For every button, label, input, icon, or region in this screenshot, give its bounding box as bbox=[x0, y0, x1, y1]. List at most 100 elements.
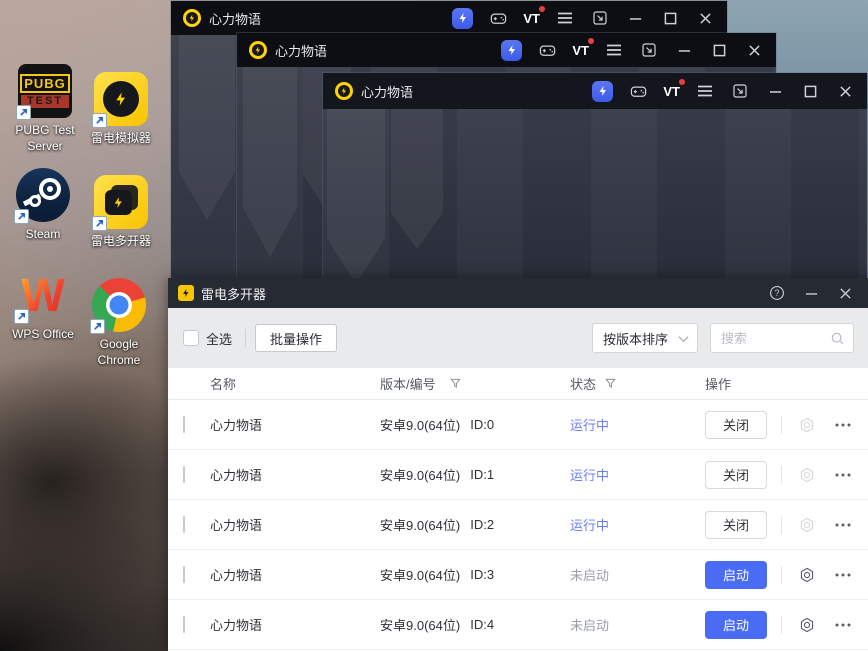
emulator-titlebar[interactable]: 心力物语 VT bbox=[237, 33, 776, 67]
label-line: Server bbox=[27, 139, 63, 153]
help-icon[interactable]: ? bbox=[764, 282, 790, 304]
shortcut-arrow-icon bbox=[92, 113, 107, 128]
desktop-icon-wps[interactable]: W WPS Office bbox=[6, 268, 80, 342]
minimize-icon[interactable] bbox=[798, 282, 824, 304]
menu-icon[interactable] bbox=[555, 8, 575, 28]
instance-name: 心力物语 bbox=[210, 518, 263, 533]
close-icon[interactable] bbox=[835, 81, 855, 101]
desktop-icon-chrome[interactable]: Google Chrome bbox=[82, 278, 156, 368]
row-divider bbox=[781, 415, 782, 434]
emulator-screen[interactable] bbox=[323, 109, 867, 279]
action-button[interactable]: 启动 bbox=[705, 610, 767, 639]
vt-indicator[interactable]: VT bbox=[523, 6, 545, 28]
multi-opener-window: 雷电多开器 ? 全选 批量操作 按版本排序 名称 bbox=[168, 278, 868, 651]
instance-status: 运行中 bbox=[570, 518, 610, 533]
gamepad-icon[interactable] bbox=[628, 81, 648, 101]
background-shard bbox=[179, 35, 235, 220]
action-button[interactable]: 启动 bbox=[705, 560, 767, 589]
row-checkbox-cell bbox=[183, 416, 210, 433]
action-button[interactable]: 关闭 bbox=[705, 510, 767, 539]
action-cell: 关闭 bbox=[705, 460, 767, 489]
instance-id: ID:1 bbox=[470, 467, 495, 482]
maximize-icon[interactable] bbox=[709, 40, 729, 60]
more-options-icon[interactable] bbox=[834, 472, 852, 478]
boost-icon[interactable] bbox=[592, 80, 614, 102]
gamepad-icon[interactable] bbox=[537, 40, 557, 60]
maximize-icon[interactable] bbox=[660, 8, 680, 28]
gamepad-icon[interactable] bbox=[488, 8, 508, 28]
instance-version: 安卓9.0(64位) ID:2 bbox=[380, 515, 570, 534]
window-title: 心力物语 bbox=[361, 84, 414, 100]
manager-titlebar[interactable]: 雷电多开器 ? bbox=[168, 278, 868, 308]
settings-gear-icon[interactable] bbox=[798, 616, 816, 634]
action-button[interactable]: 关闭 bbox=[705, 460, 767, 489]
row-checkbox[interactable] bbox=[183, 466, 185, 483]
search-input[interactable] bbox=[721, 330, 830, 346]
boost-icon[interactable] bbox=[501, 39, 523, 61]
action-button[interactable]: 关闭 bbox=[705, 410, 767, 439]
desktop-icon-multi-opener[interactable]: 雷电多开器 bbox=[84, 175, 158, 249]
menu-icon[interactable] bbox=[695, 81, 715, 101]
shrink-window-icon[interactable] bbox=[639, 40, 659, 60]
instance-version: 安卓9.0(64位) ID:1 bbox=[380, 465, 570, 484]
label-line: Chrome bbox=[97, 353, 141, 367]
row-divider bbox=[781, 615, 782, 634]
header-version: 版本/编号 bbox=[380, 374, 570, 393]
minimize-icon[interactable] bbox=[765, 81, 785, 101]
instance-row: 心力物语 安卓9.0(64位) ID:4 未启动 启动 bbox=[168, 600, 868, 650]
minimize-icon[interactable] bbox=[625, 8, 645, 28]
toolbar-divider bbox=[245, 329, 247, 347]
manager-titlebar-actions: ? bbox=[764, 282, 858, 304]
shortcut-arrow-icon bbox=[14, 309, 29, 324]
more-options-icon[interactable] bbox=[834, 522, 852, 528]
row-divider bbox=[781, 565, 782, 584]
sort-dropdown[interactable]: 按版本排序 bbox=[592, 323, 698, 353]
shrink-window-icon[interactable] bbox=[730, 81, 750, 101]
bulk-action-button[interactable]: 批量操作 bbox=[255, 324, 338, 352]
select-all-checkbox[interactable] bbox=[183, 330, 199, 346]
row-checkbox[interactable] bbox=[183, 516, 185, 533]
maximize-icon[interactable] bbox=[800, 81, 820, 101]
vt-label: VT bbox=[523, 10, 540, 26]
emulator-titlebar[interactable]: 心力物语 VT bbox=[171, 1, 727, 35]
more-options-icon[interactable] bbox=[834, 622, 852, 628]
version-text: 安卓9.0(64位) bbox=[380, 518, 461, 533]
desktop-icon-pubg-test-server[interactable]: PUBG TEST PUBG Test Server bbox=[8, 64, 82, 154]
more-options-icon[interactable] bbox=[834, 572, 852, 578]
version-text: 安卓9.0(64位) bbox=[380, 568, 461, 583]
settings-gear-icon[interactable] bbox=[798, 416, 816, 434]
desktop-icon-ldplayer[interactable]: 雷电模拟器 bbox=[84, 72, 158, 146]
close-icon[interactable] bbox=[832, 282, 858, 304]
row-checkbox[interactable] bbox=[183, 616, 185, 633]
close-icon[interactable] bbox=[744, 40, 764, 60]
label-line: PUBG Test bbox=[15, 123, 75, 137]
version-text: 安卓9.0(64位) bbox=[380, 618, 461, 633]
instance-version: 安卓9.0(64位) ID:3 bbox=[380, 565, 570, 584]
emulator-titlebar[interactable]: 心力物语 VT bbox=[323, 73, 867, 109]
boost-icon[interactable] bbox=[452, 7, 474, 29]
desktop-icon-steam[interactable]: Steam bbox=[6, 168, 80, 242]
row-checkbox[interactable] bbox=[183, 566, 185, 583]
shrink-window-icon[interactable] bbox=[590, 8, 610, 28]
chevron-down-icon bbox=[678, 331, 689, 346]
filter-funnel-icon[interactable] bbox=[605, 378, 616, 389]
ldplayer-logo-icon bbox=[249, 41, 267, 59]
settings-gear-icon[interactable] bbox=[798, 516, 816, 534]
pubg-icon-text: PUBG bbox=[20, 74, 70, 93]
instance-row: 心力物语 安卓9.0(64位) ID:3 未启动 启动 bbox=[168, 550, 868, 600]
more-options-icon[interactable] bbox=[834, 422, 852, 428]
close-icon[interactable] bbox=[695, 8, 715, 28]
titlebar-actions: VT bbox=[452, 6, 715, 29]
vt-indicator[interactable]: VT bbox=[572, 38, 594, 60]
label-line: 雷电多开器 bbox=[90, 234, 151, 248]
version-text: 安卓9.0(64位) bbox=[380, 468, 461, 483]
filter-funnel-icon[interactable] bbox=[449, 378, 461, 389]
header-name: 名称 bbox=[210, 377, 237, 392]
vt-alert-dot bbox=[588, 38, 594, 44]
settings-gear-icon[interactable] bbox=[798, 566, 816, 584]
settings-gear-icon[interactable] bbox=[798, 466, 816, 484]
menu-icon[interactable] bbox=[604, 40, 624, 60]
vt-indicator[interactable]: VT bbox=[663, 79, 685, 101]
row-checkbox[interactable] bbox=[183, 416, 185, 433]
minimize-icon[interactable] bbox=[674, 40, 694, 60]
